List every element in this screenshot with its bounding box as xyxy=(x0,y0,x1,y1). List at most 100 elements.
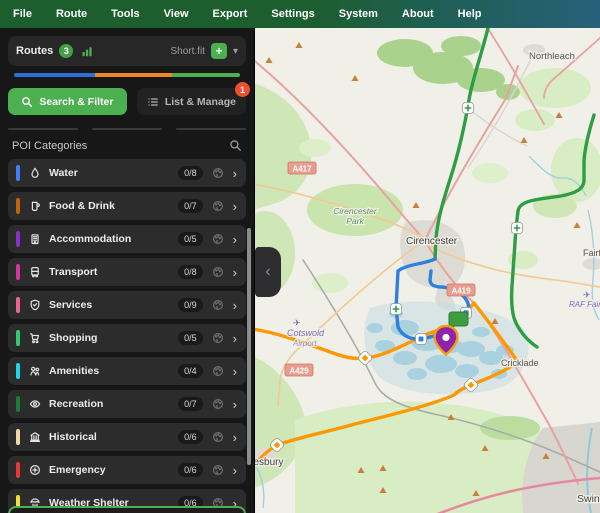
label-northleach: Northleach xyxy=(529,51,575,62)
category-color-bar xyxy=(16,462,20,478)
sidebar-tabs: Search & Filter List & Manage 1 xyxy=(8,88,246,115)
label-cotswold-airport: Airport xyxy=(292,339,317,348)
category-color-bar xyxy=(16,396,20,412)
category-label: Services xyxy=(49,299,92,311)
waypoint-green-plus-3 xyxy=(391,304,402,315)
category-count-badge: 0/6 xyxy=(178,463,203,477)
category-color-bar xyxy=(16,330,20,346)
sidebar-collapse-handle[interactable]: ‹ xyxy=(255,247,281,297)
a429-shield: A429 xyxy=(285,364,313,376)
poi-category-row[interactable]: Services 0/9 › xyxy=(8,291,246,319)
routes-count-badge: 3 xyxy=(59,44,73,58)
category-count-badge: 0/9 xyxy=(178,298,203,312)
category-count-badge: 0/5 xyxy=(178,331,203,345)
plus-circle-icon xyxy=(29,464,41,476)
palette-icon[interactable] xyxy=(212,266,224,278)
menu-item-tools[interactable]: Tools xyxy=(111,8,140,20)
list-icon xyxy=(147,96,159,108)
eye-icon xyxy=(29,398,41,410)
category-label: Emergency xyxy=(49,464,106,476)
bus-icon xyxy=(29,266,41,278)
palette-icon[interactable] xyxy=(212,431,224,443)
label-cotswold: Cotswold xyxy=(287,328,325,338)
chevron-down-icon[interactable]: ▾ xyxy=(233,46,238,57)
category-count-badge: 0/8 xyxy=(178,265,203,279)
poi-categories-header: POI Categories xyxy=(8,139,246,152)
chevron-right-icon: › xyxy=(233,332,237,345)
poi-category-row[interactable]: Accommodation 0/5 › xyxy=(8,225,246,253)
palette-icon[interactable] xyxy=(212,398,224,410)
category-color-bar xyxy=(16,297,20,313)
poi-category-row[interactable]: Transport 0/8 › xyxy=(8,258,246,286)
menu-item-view[interactable]: View xyxy=(164,8,189,20)
poi-search-icon[interactable] xyxy=(229,139,242,152)
droplet-icon xyxy=(29,167,41,179)
sidebar: Routes 3 Short.fit + ▾ Search & Filter xyxy=(0,28,255,513)
palette-icon[interactable] xyxy=(212,332,224,344)
search-filter-button[interactable]: Search & Filter xyxy=(8,88,127,115)
menu-item-help[interactable]: Help xyxy=(458,8,482,20)
category-label: Food & Drink xyxy=(49,200,115,212)
label-fairford: Fairford xyxy=(583,248,600,258)
add-route-button[interactable]: + xyxy=(211,43,227,59)
menu-item-export[interactable]: Export xyxy=(213,8,248,20)
category-count-badge: 0/8 xyxy=(178,166,203,180)
menu-item-system[interactable]: System xyxy=(339,8,378,20)
svg-text:A429: A429 xyxy=(289,367,309,376)
menubar: File Route Tools View Export Settings System Ab… xyxy=(0,0,600,28)
poi-categories-title: POI Categories xyxy=(12,140,87,152)
palette-icon[interactable] xyxy=(212,233,224,245)
cup-icon xyxy=(29,200,41,212)
search-filter-label: Search & Filter xyxy=(39,96,113,108)
category-count-badge: 0/5 xyxy=(178,232,203,246)
chevron-right-icon: › xyxy=(233,431,237,444)
poi-category-row[interactable]: Water 0/8 › xyxy=(8,159,246,187)
chevron-right-icon: › xyxy=(233,167,237,180)
cotswold-airport-icon: ✈ xyxy=(293,318,301,328)
bar-chart-icon xyxy=(81,45,93,57)
chevron-right-icon: › xyxy=(233,299,237,312)
palette-icon[interactable] xyxy=(212,299,224,311)
category-color-bar xyxy=(16,165,20,181)
routes-title: Routes xyxy=(16,45,53,57)
active-route-filename[interactable]: Short.fit xyxy=(171,46,205,57)
palette-icon[interactable] xyxy=(212,167,224,179)
chevron-right-icon: › xyxy=(233,266,237,279)
label-swindon: Swindon xyxy=(577,493,600,505)
bottom-action-button[interactable] xyxy=(8,506,246,513)
category-color-bar xyxy=(16,198,20,214)
route-legend-segment-1 xyxy=(95,73,172,77)
list-manage-tab[interactable]: List & Manage 1 xyxy=(137,88,246,115)
poi-category-row[interactable]: Emergency 0/6 › xyxy=(8,456,246,484)
menu-item-file[interactable]: File xyxy=(13,8,32,20)
category-count-badge: 0/6 xyxy=(178,430,203,444)
routes-header[interactable]: Routes 3 Short.fit + ▾ xyxy=(8,36,246,66)
palette-icon[interactable] xyxy=(212,365,224,377)
waypoint-green-plus-1 xyxy=(463,103,474,114)
list-manage-count-badge: 1 xyxy=(235,82,250,97)
map-canvas[interactable]: ✈ ✈ A417 A419 A429 Northleach Cirenceste… xyxy=(255,28,600,513)
label-cirencester-park-2: Park xyxy=(346,216,364,226)
category-color-bar xyxy=(16,264,20,280)
building-icon xyxy=(29,233,41,245)
menu-item-settings[interactable]: Settings xyxy=(271,8,314,20)
label-cricklade: Cricklade xyxy=(501,358,539,368)
category-count-badge: 0/7 xyxy=(178,199,203,213)
poi-category-row[interactable]: Recreation 0/7 › xyxy=(8,390,246,418)
label-raf-fairford: RAF Fairford xyxy=(569,300,600,309)
label-cirencester: Cirencester xyxy=(406,236,458,247)
palette-icon[interactable] xyxy=(212,200,224,212)
map-svg: ✈ ✈ A417 A419 A429 Northleach Cirenceste… xyxy=(255,28,600,513)
sidebar-scrollbar[interactable] xyxy=(247,228,251,465)
poi-category-list: Water 0/8 › Food & Drink 0/7 › Accommoda… xyxy=(8,159,246,513)
menu-item-about[interactable]: About xyxy=(402,8,434,20)
route-legend-segment-2 xyxy=(172,73,240,77)
menu-item-route[interactable]: Route xyxy=(56,8,87,20)
label-cirencester-park-1: Cirencester xyxy=(333,206,378,216)
poi-category-row[interactable]: Shopping 0/5 › xyxy=(8,324,246,352)
palette-icon[interactable] xyxy=(212,464,224,476)
section-dividers xyxy=(8,128,246,130)
poi-category-row[interactable]: Amenities 0/4 › xyxy=(8,357,246,385)
poi-category-row[interactable]: Food & Drink 0/7 › xyxy=(8,192,246,220)
poi-category-row[interactable]: Historical 0/6 › xyxy=(8,423,246,451)
